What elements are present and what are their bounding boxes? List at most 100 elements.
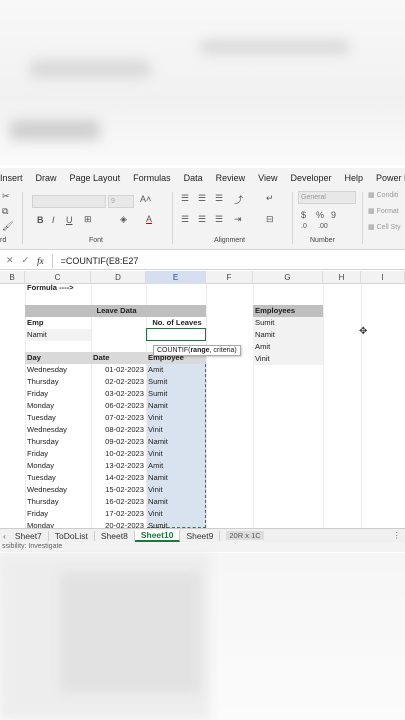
italic-button[interactable]: I bbox=[52, 215, 55, 225]
date-cell: 20-02-2023 bbox=[105, 521, 144, 528]
orientation-icon[interactable]: ⤴ bbox=[234, 193, 243, 206]
menu-item-power-pivot[interactable]: Power Pivot bbox=[376, 173, 405, 183]
column-header-b[interactable]: B bbox=[0, 271, 25, 284]
enter-icon[interactable]: ✓ bbox=[22, 255, 30, 266]
employee-cell: Vinit bbox=[148, 413, 163, 422]
cut-icon[interactable]: ✂ bbox=[2, 191, 10, 202]
emp-value: Namit bbox=[25, 329, 91, 341]
cancel-icon[interactable]: ✕ bbox=[6, 255, 14, 266]
sheet-tab-sheet8[interactable]: Sheet8 bbox=[95, 530, 135, 541]
selection-size-indicator: 20R x 1C bbox=[226, 531, 264, 540]
menu-item-page-layout[interactable]: Page Layout bbox=[70, 173, 121, 183]
currency-icon[interactable]: $ bbox=[301, 210, 306, 220]
day-cell: Monday bbox=[27, 461, 55, 470]
employee-list-item: Vinit bbox=[253, 353, 323, 365]
increase-decimal-icon[interactable]: .0 bbox=[301, 223, 307, 230]
employee-cell: Namit bbox=[148, 473, 168, 482]
column-header-g[interactable]: G bbox=[253, 271, 323, 284]
menu-item-help[interactable]: Help bbox=[345, 173, 364, 183]
day-cell: Monday bbox=[27, 401, 55, 410]
tooltip-fn: COUNTIF( bbox=[157, 347, 191, 354]
percent-icon[interactable]: % bbox=[316, 210, 324, 220]
alignment-group-label: Alignment bbox=[214, 237, 246, 244]
align-bottom-icon[interactable]: ☰ bbox=[215, 193, 223, 204]
column-header-f[interactable]: F bbox=[206, 271, 253, 284]
date-cell: 16-02-2023 bbox=[105, 497, 144, 506]
format-painter-icon[interactable]: 🖌 bbox=[2, 221, 13, 232]
font-group-label: Font bbox=[89, 237, 104, 244]
font-color-icon[interactable]: A bbox=[146, 214, 152, 224]
column-header-c[interactable]: C bbox=[25, 271, 91, 284]
align-left-icon[interactable]: ☰ bbox=[181, 214, 189, 225]
bold-button[interactable]: B bbox=[37, 215, 44, 225]
employee-cell: Namit bbox=[148, 497, 168, 506]
merge-icon[interactable]: ⊟ bbox=[266, 214, 274, 225]
tooltip-criteria-arg[interactable]: , criteria) bbox=[210, 347, 237, 354]
grow-font-icon[interactable]: A˄ bbox=[140, 194, 151, 204]
status-bar: ssibility: Investigate bbox=[0, 542, 405, 552]
date-cell: 08-02-2023 bbox=[105, 425, 144, 434]
formula-input[interactable]: =COUNTIF(E8:E27 bbox=[61, 256, 139, 266]
tabs-scroll-icon[interactable]: ‹ bbox=[0, 531, 9, 541]
decrease-decimal-icon[interactable]: .00 bbox=[318, 223, 328, 230]
date-cell: 10-02-2023 bbox=[105, 449, 144, 458]
align-top-icon[interactable]: ☰ bbox=[181, 193, 189, 204]
day-cell: Wednesday bbox=[27, 425, 67, 434]
function-icon[interactable]: fx bbox=[37, 256, 44, 266]
comma-icon[interactable]: 9 bbox=[331, 210, 336, 220]
align-right-icon[interactable]: ☰ bbox=[215, 214, 223, 225]
menu-item-draw[interactable]: Draw bbox=[36, 173, 57, 183]
day-cell: Tuesday bbox=[27, 473, 56, 482]
date-header: Date bbox=[91, 352, 146, 364]
employee-cell: Namit bbox=[148, 401, 168, 410]
employee-cell: Vinit bbox=[148, 509, 163, 518]
align-middle-icon[interactable]: ☰ bbox=[198, 193, 206, 204]
menu-item-developer[interactable]: Developer bbox=[290, 173, 331, 183]
menu-item-insert[interactable]: Insert bbox=[0, 173, 23, 183]
fill-color-icon[interactable]: ◈ bbox=[120, 214, 127, 225]
active-cell[interactable] bbox=[146, 328, 206, 341]
column-header-d[interactable]: D bbox=[91, 271, 146, 284]
day-cell: Tuesday bbox=[27, 413, 56, 422]
formula-label: Formula ----> bbox=[27, 284, 74, 292]
column-header-i[interactable]: I bbox=[361, 271, 405, 284]
blurred-bottom-area bbox=[0, 553, 405, 720]
ribbon: ✂ ⧉ 🖌 rd 9 A˄ B I U ⊞ ◈ A Font ☰ ☰ ☰ ⤴ ↵… bbox=[0, 188, 405, 250]
indent-icon[interactable]: ⇥ bbox=[234, 214, 242, 225]
menu-item-review[interactable]: Review bbox=[216, 173, 246, 183]
tooltip-range-arg[interactable]: range bbox=[190, 347, 209, 354]
font-size-box[interactable]: 9 bbox=[108, 195, 134, 208]
sheet-tab-sheet7[interactable]: Sheet7 bbox=[9, 530, 49, 541]
day-cell: Friday bbox=[27, 389, 49, 398]
underline-button[interactable]: U bbox=[66, 215, 73, 225]
menu-item-formulas[interactable]: Formulas bbox=[133, 173, 171, 183]
copy-icon[interactable]: ⧉ bbox=[2, 206, 8, 217]
more-tabs-icon[interactable]: ⋮ bbox=[393, 530, 402, 541]
accessibility-status[interactable]: ssibility: Investigate bbox=[2, 543, 62, 550]
font-name-box[interactable] bbox=[32, 195, 106, 208]
number-format-box[interactable]: General bbox=[298, 191, 356, 204]
format-as-table-button[interactable]: ▦ Format bbox=[368, 207, 399, 215]
date-cell: 14-02-2023 bbox=[105, 473, 144, 482]
borders-icon[interactable]: ⊞ bbox=[84, 214, 92, 225]
conditional-formatting-button[interactable]: ▦ Conditi bbox=[368, 191, 398, 199]
leave-data-title: Leave Data bbox=[25, 305, 206, 317]
cell-styles-button[interactable]: ▦ Cell Sty bbox=[368, 223, 401, 231]
employee-cell: Amit bbox=[148, 365, 164, 374]
sheet-tab-todolist[interactable]: ToDoList bbox=[49, 530, 95, 541]
align-center-icon[interactable]: ☰ bbox=[198, 214, 206, 225]
wrap-text-icon[interactable]: ↵ bbox=[266, 193, 274, 204]
column-header-e[interactable]: E bbox=[146, 271, 206, 284]
sheet-tab-sheet9[interactable]: Sheet9 bbox=[180, 530, 221, 541]
sheet-tabs: ‹ Sheet7 ToDoList Sheet8 Sheet10 Sheet9 20R x… bbox=[0, 528, 405, 542]
day-cell: Friday bbox=[27, 449, 49, 458]
menu-item-view[interactable]: View bbox=[258, 173, 277, 183]
menu-item-data[interactable]: Data bbox=[184, 173, 203, 183]
worksheet-grid[interactable]: Formula ----> Leave Data Emp No. of Leaves N… bbox=[0, 284, 405, 528]
sheet-tab-sheet10[interactable]: Sheet10 bbox=[134, 529, 181, 542]
day-cell: Friday bbox=[27, 509, 49, 518]
employee-cell: Vinit bbox=[148, 425, 163, 434]
employee-cell: Vinit bbox=[148, 449, 163, 458]
column-header-h[interactable]: H bbox=[323, 271, 361, 284]
date-cell: 01-02-2023 bbox=[105, 365, 144, 374]
